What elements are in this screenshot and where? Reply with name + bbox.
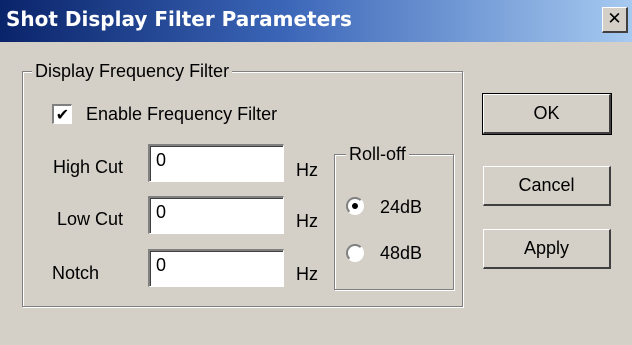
- low-cut-label: Low Cut: [57, 209, 124, 229]
- high-cut-unit: Hz: [296, 160, 318, 180]
- rolloff-24db-radio[interactable]: [346, 197, 364, 215]
- dialog-window: Shot Display Filter Parameters ✕ Display…: [0, 0, 632, 345]
- enable-frequency-filter-checkbox[interactable]: ✔: [52, 104, 72, 124]
- rolloff-48db-radio[interactable]: [346, 244, 364, 262]
- rolloff-group-label: Roll-off: [346, 144, 409, 164]
- notch-label: Notch: [52, 263, 100, 283]
- enable-frequency-filter-label[interactable]: Enable Frequency Filter: [86, 103, 277, 125]
- radio-selected-dot: [352, 203, 358, 209]
- notch-input[interactable]: 0: [148, 249, 284, 287]
- high-cut-input[interactable]: 0: [148, 144, 284, 182]
- close-button[interactable]: ✕: [602, 7, 628, 33]
- apply-button[interactable]: Apply: [483, 229, 611, 269]
- window-title: Shot Display Filter Parameters: [6, 7, 352, 31]
- rolloff-48db-label[interactable]: 48dB: [380, 242, 422, 264]
- close-icon: ✕: [607, 9, 622, 29]
- checkmark-icon: ✔: [55, 104, 70, 124]
- low-cut-unit: Hz: [296, 211, 318, 231]
- rolloff-group: [334, 154, 454, 290]
- high-cut-label: High Cut: [53, 157, 124, 177]
- title-bar[interactable]: Shot Display Filter Parameters ✕: [0, 0, 632, 42]
- low-cut-input[interactable]: 0: [148, 196, 284, 234]
- rolloff-24db-label[interactable]: 24dB: [380, 196, 422, 218]
- frequency-filter-group-label: Display Frequency Filter: [32, 61, 233, 81]
- ok-button[interactable]: OK: [482, 93, 612, 135]
- cancel-button[interactable]: Cancel: [483, 166, 611, 206]
- notch-unit: Hz: [296, 264, 318, 284]
